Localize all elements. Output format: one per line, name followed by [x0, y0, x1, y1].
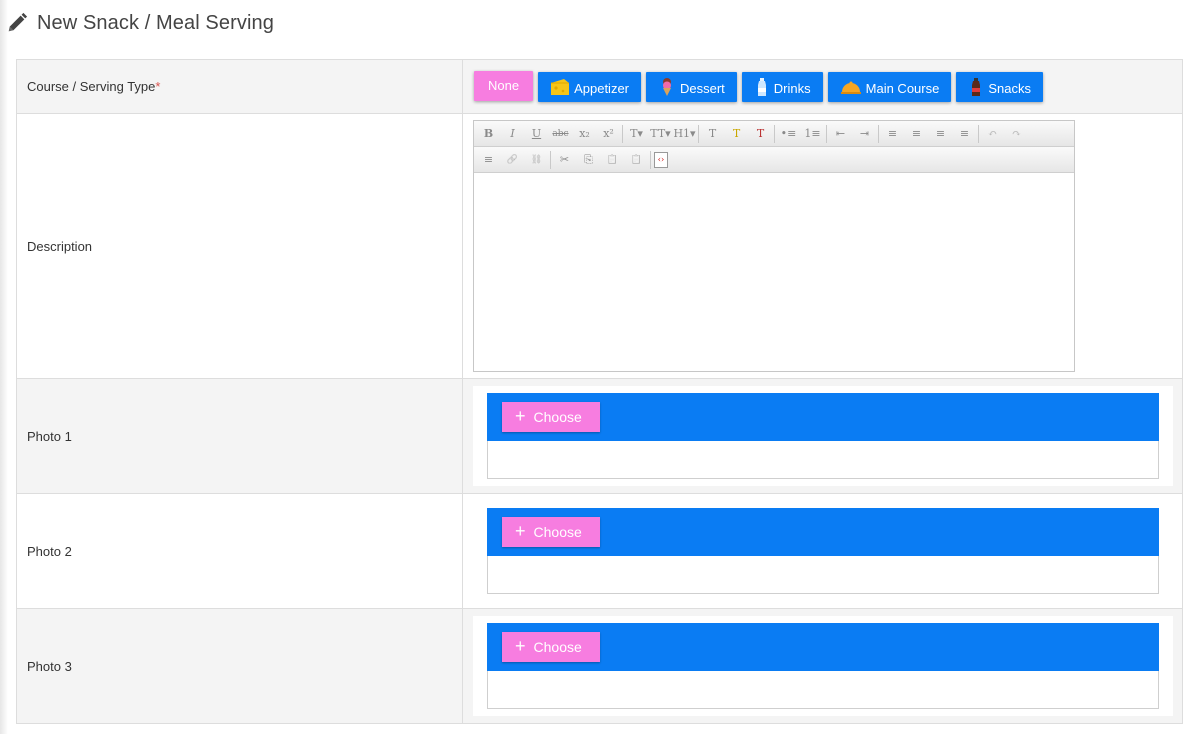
uploader-header: + Choose: [487, 393, 1159, 441]
unlink-icon[interactable]: ⛓: [526, 151, 547, 169]
type-button-dessert[interactable]: Dessert: [646, 71, 737, 102]
justify-button[interactable]: ≡: [954, 125, 975, 143]
underline-button[interactable]: U: [526, 125, 547, 143]
plus-icon: +: [515, 405, 526, 426]
cut-icon[interactable]: ✂: [554, 151, 575, 169]
toolbar-separator: [978, 124, 979, 143]
superscript-button[interactable]: x²: [598, 125, 619, 143]
course-type-label: Course / Serving Type*: [16, 59, 463, 114]
description-editor-cell: B I U abc x₂ x² T▾ TT▾ H1▾ T T T •≡ 1≡ ⇤…: [462, 113, 1183, 379]
photo-3-dropzone[interactable]: [487, 671, 1159, 709]
link-icon[interactable]: 🔗: [502, 151, 523, 169]
source-code-icon[interactable]: ‹›: [654, 151, 668, 168]
toolbar-separator: [550, 150, 551, 169]
photo-2-choose-button[interactable]: + Choose: [502, 517, 600, 547]
photo-2-dropzone[interactable]: [487, 556, 1159, 594]
copy-icon[interactable]: ⎘: [578, 151, 599, 169]
photo-2-uploader: + Choose: [487, 508, 1159, 594]
type-button-snacks[interactable]: Snacks: [956, 71, 1043, 102]
course-type-options: None Appetizer Dessert Drinks Main Cours…: [462, 59, 1183, 114]
pencil-icon: [8, 12, 28, 32]
redo-icon[interactable]: ↷: [1006, 125, 1027, 143]
subscript-button[interactable]: x₂: [574, 125, 595, 143]
editor-toolbar-row-1: B I U abc x₂ x² T▾ TT▾ H1▾ T T T •≡ 1≡ ⇤…: [474, 121, 1074, 147]
align-left-button[interactable]: ≡: [882, 125, 903, 143]
serving-form: Course / Serving Type* None Appetizer De…: [16, 59, 1183, 724]
clear-format-button[interactable]: T: [750, 125, 771, 143]
type-button-drinks[interactable]: Drinks: [741, 71, 823, 102]
undo-icon[interactable]: ↶: [982, 125, 1003, 143]
toolbar-separator: [774, 124, 775, 143]
horizontal-rule-button[interactable]: ≡: [478, 151, 499, 169]
outdent-button[interactable]: ⇤: [830, 125, 851, 143]
type-button-none[interactable]: None: [474, 70, 534, 101]
paste-text-icon[interactable]: 📋: [626, 151, 647, 169]
photo-3-row: Photo 3 + Choose: [16, 608, 1183, 724]
photo-3-cell: + Choose: [462, 608, 1183, 724]
photo-1-row: Photo 1 + Choose: [16, 378, 1183, 494]
photo-2-label: Photo 2: [16, 493, 463, 609]
toolbar-separator: [698, 124, 699, 143]
font-family-button[interactable]: T▾: [626, 125, 647, 143]
toolbar-separator: [826, 124, 827, 143]
photo-2-cell: + Choose: [462, 493, 1183, 609]
description-input[interactable]: [474, 173, 1074, 371]
strikethrough-button[interactable]: abc: [550, 125, 571, 143]
type-button-main-course[interactable]: Main Course: [827, 71, 952, 102]
heading-button[interactable]: H1▾: [673, 125, 695, 143]
bullet-list-button[interactable]: •≡: [778, 125, 799, 143]
course-type-row: Course / Serving Type* None Appetizer De…: [16, 59, 1183, 114]
ice-cream-icon: [663, 77, 671, 96]
required-marker: *: [155, 79, 161, 94]
text-color-button[interactable]: T: [702, 125, 723, 143]
align-right-button[interactable]: ≡: [930, 125, 951, 143]
photo-3-choose-button[interactable]: + Choose: [502, 632, 600, 662]
type-button-appetizer[interactable]: Appetizer: [538, 71, 641, 102]
cheese-icon: [551, 78, 570, 95]
toolbar-separator: [622, 124, 623, 143]
page-header: New Snack / Meal Serving: [6, 8, 274, 38]
paste-icon[interactable]: 📋: [602, 151, 623, 169]
photo-3-label: Photo 3: [16, 608, 463, 724]
photo-2-row: Photo 2 + Choose: [16, 493, 1183, 609]
editor-toolbar-row-2: ≡ 🔗 ⛓ ✂ ⎘ 📋 📋 ‹›: [474, 147, 1074, 173]
uploader-header: + Choose: [487, 623, 1159, 671]
photo-1-choose-button[interactable]: + Choose: [502, 402, 600, 432]
plus-icon: +: [515, 520, 526, 541]
numbered-list-button[interactable]: 1≡: [802, 125, 823, 143]
photo-1-label: Photo 1: [16, 378, 463, 494]
uploader-header: + Choose: [487, 508, 1159, 556]
photo-1-cell: + Choose: [462, 378, 1183, 494]
soda-bottle-icon: [972, 77, 981, 96]
italic-button[interactable]: I: [502, 125, 523, 143]
plus-icon: +: [515, 635, 526, 656]
description-row: Description B I U abc x₂ x² T▾ TT▾ H1▾ T…: [16, 113, 1183, 379]
photo-3-uploader: + Choose: [487, 623, 1159, 709]
cloche-icon: [840, 81, 861, 94]
toolbar-separator: [878, 124, 879, 143]
page-edge-shadow: [0, 0, 8, 734]
bottle-icon: [757, 77, 766, 96]
align-center-button[interactable]: ≡: [906, 125, 927, 143]
toolbar-separator: [650, 150, 651, 169]
highlight-button[interactable]: T: [726, 125, 747, 143]
photo-1-uploader: + Choose: [487, 393, 1159, 479]
page-title: New Snack / Meal Serving: [37, 11, 274, 34]
photo-1-dropzone[interactable]: [487, 441, 1159, 479]
bold-button[interactable]: B: [478, 125, 499, 143]
indent-button[interactable]: ⇥: [854, 125, 875, 143]
font-size-button[interactable]: TT▾: [650, 125, 671, 143]
description-label: Description: [16, 113, 463, 379]
rich-text-editor: B I U abc x₂ x² T▾ TT▾ H1▾ T T T •≡ 1≡ ⇤…: [473, 120, 1075, 372]
